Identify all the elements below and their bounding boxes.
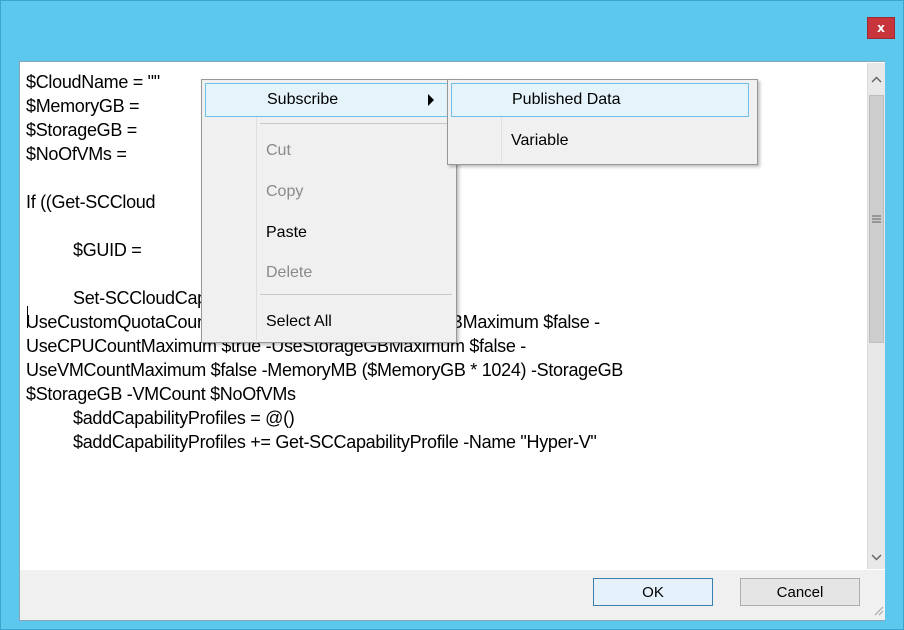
context-menu: Subscribe Cut Copy Paste Delete Select A… (201, 79, 457, 343)
menu-item-delete[interactable]: Delete (205, 256, 453, 290)
menu-item-label: Published Data (512, 91, 621, 108)
menu-item-copy[interactable]: Copy (205, 175, 453, 209)
close-button[interactable]: x (867, 17, 895, 39)
cancel-button[interactable]: Cancel (740, 578, 860, 606)
menu-item-label: Subscribe (267, 91, 339, 108)
chevron-down-icon (871, 554, 882, 560)
menu-item-subscribe[interactable]: Subscribe (205, 83, 453, 117)
menu-separator (260, 123, 452, 124)
scroll-thumb[interactable] (869, 95, 884, 343)
menu-icon-gutter (256, 82, 257, 340)
chevron-up-icon (871, 76, 882, 82)
grip-lines-icon (872, 215, 881, 223)
menu-item-published-data[interactable]: Published Data (451, 83, 749, 117)
menu-item-label: Delete (266, 264, 313, 281)
menu-item-label: Variable (511, 132, 569, 149)
code-line: $addCapabilityProfiles = @() (26, 408, 295, 428)
code-line: $addCapabilityProfiles += Get-SCCapabili… (26, 432, 597, 452)
menu-item-label: Cut (266, 142, 291, 159)
scroll-up-button[interactable] (868, 69, 885, 89)
code-line: $StorageGB -VMCount $NoOfVMs (26, 384, 296, 404)
code-line: UseVMCountMaximum $false -MemoryMB ($Mem… (26, 360, 623, 380)
menu-item-label: Copy (266, 183, 304, 200)
menu-item-label: Select All (266, 313, 332, 330)
vertical-scrollbar[interactable] (867, 63, 885, 569)
menu-item-label: Paste (266, 224, 307, 241)
menu-separator (260, 294, 452, 295)
resize-grip-icon[interactable] (872, 604, 884, 616)
menu-item-paste[interactable]: Paste (205, 216, 453, 250)
subscribe-submenu: Published Data Variable (447, 79, 758, 165)
scroll-down-button[interactable] (868, 547, 885, 567)
menu-item-cut[interactable]: Cut (205, 134, 453, 168)
menu-item-select-all[interactable]: Select All (205, 305, 453, 339)
ok-button[interactable]: OK (593, 578, 713, 606)
text-caret (27, 306, 28, 328)
menu-item-variable[interactable]: Variable (451, 124, 749, 158)
submenu-arrow-icon (428, 94, 434, 106)
close-icon: x (877, 21, 885, 35)
